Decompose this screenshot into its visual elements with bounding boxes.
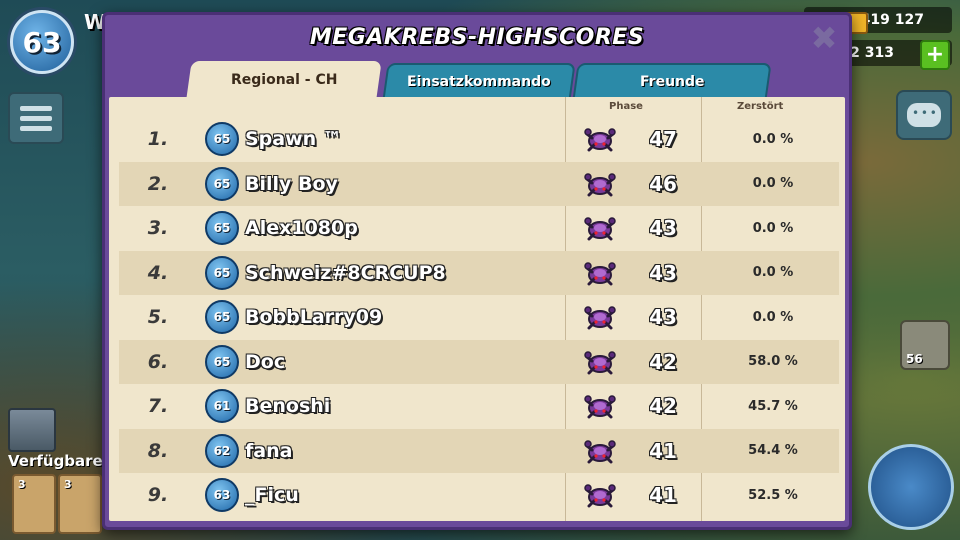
available-label: Verfügbare (8, 452, 103, 470)
modal-title: MEGAKREBS-HIGHSCORES (309, 25, 645, 50)
close-icon[interactable]: ✖ (809, 22, 839, 54)
destroyed-value: 52.5 % (748, 487, 798, 503)
rank: 8. (147, 439, 169, 462)
table-row[interactable]: 9. 63 _Ficu 41 52.5 % (119, 473, 839, 518)
rank: 1. (147, 128, 169, 151)
phase-value: 42 (649, 349, 677, 374)
player-level-badge: 65 (205, 211, 239, 246)
unit-card-count: 3 (64, 478, 72, 491)
mega-crab-icon (584, 484, 616, 508)
phase-value: 47 (649, 127, 677, 152)
rank: 3. (147, 217, 169, 240)
chat-bubble-icon (907, 103, 941, 127)
player-level-badge: 65 (205, 166, 239, 201)
rank: 5. (147, 306, 169, 329)
destroyed-value: 0.0 % (752, 265, 794, 281)
mega-crab-icon (584, 217, 616, 241)
mega-crab-icon (584, 395, 616, 419)
player-level-badge: 61 (205, 389, 239, 424)
chat-button[interactable] (896, 90, 952, 140)
tab-label: Regional - CH (230, 72, 338, 88)
phase-value: 43 (649, 216, 677, 241)
phase-value: 42 (649, 394, 677, 419)
mega-crab-icon (584, 351, 616, 375)
phase-value: 43 (649, 260, 677, 285)
player-level-badge: 62 (205, 433, 239, 468)
unit-card[interactable]: 3 (58, 474, 102, 534)
destroyed-value: 45.7 % (748, 398, 798, 414)
phase-value: 41 (649, 483, 677, 508)
player-name: Benoshi (245, 395, 331, 418)
player-level-badge: 63 (205, 478, 239, 513)
tab-task-force[interactable]: Einsatzkommando (382, 63, 576, 101)
table-row[interactable]: 2. 65 Billy Boy 46 0.0 % (119, 161, 839, 206)
player-name: fana (245, 439, 293, 462)
highscore-list-panel[interactable]: Phase Zerstört 1. 65 Spawn ™ 47 0.0 % 2.… (109, 97, 845, 521)
destroyed-column-header: Zerstört (737, 101, 784, 112)
table-row[interactable]: 6. 65 Doc 42 58.0 % (119, 339, 839, 384)
player-level-badge: 65 (205, 300, 239, 335)
highscore-rows: 1. 65 Spawn ™ 47 0.0 % 2. 65 Billy Boy 4… (119, 117, 839, 518)
player-name: Schweiz#8CRCUP8 (245, 261, 446, 284)
rank: 4. (147, 261, 169, 284)
player-level-badge: 65 (205, 122, 239, 157)
mega-crab-icon (584, 128, 616, 152)
table-row[interactable]: 1. 65 Spawn ™ 47 0.0 % (119, 117, 839, 162)
phase-value: 46 (649, 171, 677, 196)
destroyed-value: 0.0 % (752, 309, 794, 325)
table-row[interactable]: 3. 65 Alex1080p 43 0.0 % (119, 206, 839, 251)
tab-label: Einsatzkommando (407, 74, 551, 90)
destroyed-value: 54.4 % (748, 443, 798, 459)
mega-crab-icon (584, 306, 616, 330)
tab-friends[interactable]: Freunde (572, 63, 772, 101)
rank: 9. (147, 484, 169, 507)
phase-column-header: Phase (609, 101, 643, 112)
rank: 6. (147, 350, 169, 373)
headquarters-button[interactable] (868, 444, 954, 530)
player-level-value: 63 (22, 25, 62, 59)
destroyed-value: 58.0 % (748, 354, 798, 370)
player-name: Alex1080p (245, 217, 358, 240)
player-level-badge[interactable]: 63 (10, 10, 74, 74)
unit-card-count: 3 (18, 478, 26, 491)
mega-crab-icon (584, 262, 616, 286)
player-level-badge: 65 (205, 255, 239, 290)
table-row[interactable]: 4. 65 Schweiz#8CRCUP8 43 0.0 % (119, 250, 839, 295)
table-row[interactable]: 8. 62 fana 41 54.4 % (119, 428, 839, 473)
player-name: _Ficu (245, 484, 299, 507)
phase-value: 43 (649, 305, 677, 330)
unit-card[interactable]: 3 (12, 474, 56, 534)
menu-icon (20, 105, 52, 111)
buy-gems-button[interactable]: + (920, 40, 950, 70)
menu-button[interactable] (8, 92, 64, 144)
destroyed-value: 0.0 % (752, 176, 794, 192)
tab-regional[interactable]: Regional - CH (186, 61, 382, 99)
mega-crab-icon (584, 440, 616, 464)
gems-value: 2 313 (850, 45, 894, 61)
troop-count: 56 (906, 352, 923, 366)
player-name: BobbLarry09 (245, 306, 383, 329)
destroyed-value: 0.0 % (752, 220, 794, 236)
troop-button[interactable]: 56 (900, 320, 950, 370)
rank: 7. (147, 395, 169, 418)
player-name: Billy Boy (245, 172, 338, 195)
destroyed-value: 0.0 % (752, 131, 794, 147)
player-name: Spawn ™ (245, 128, 342, 151)
player-name: Doc (245, 350, 286, 373)
highscores-modal: MEGAKREBS-HIGHSCORES ✖ Regional - CH Ein… (102, 12, 852, 530)
mega-crab-icon (584, 173, 616, 197)
rank: 2. (147, 172, 169, 195)
phase-value: 41 (649, 438, 677, 463)
player-level-badge: 65 (205, 344, 239, 379)
table-row[interactable]: 7. 61 Benoshi 42 45.7 % (119, 384, 839, 429)
tab-label: Freunde (639, 74, 705, 90)
chest-icon[interactable] (8, 408, 56, 452)
table-row[interactable]: 5. 65 BobbLarry09 43 0.0 % (119, 295, 839, 340)
